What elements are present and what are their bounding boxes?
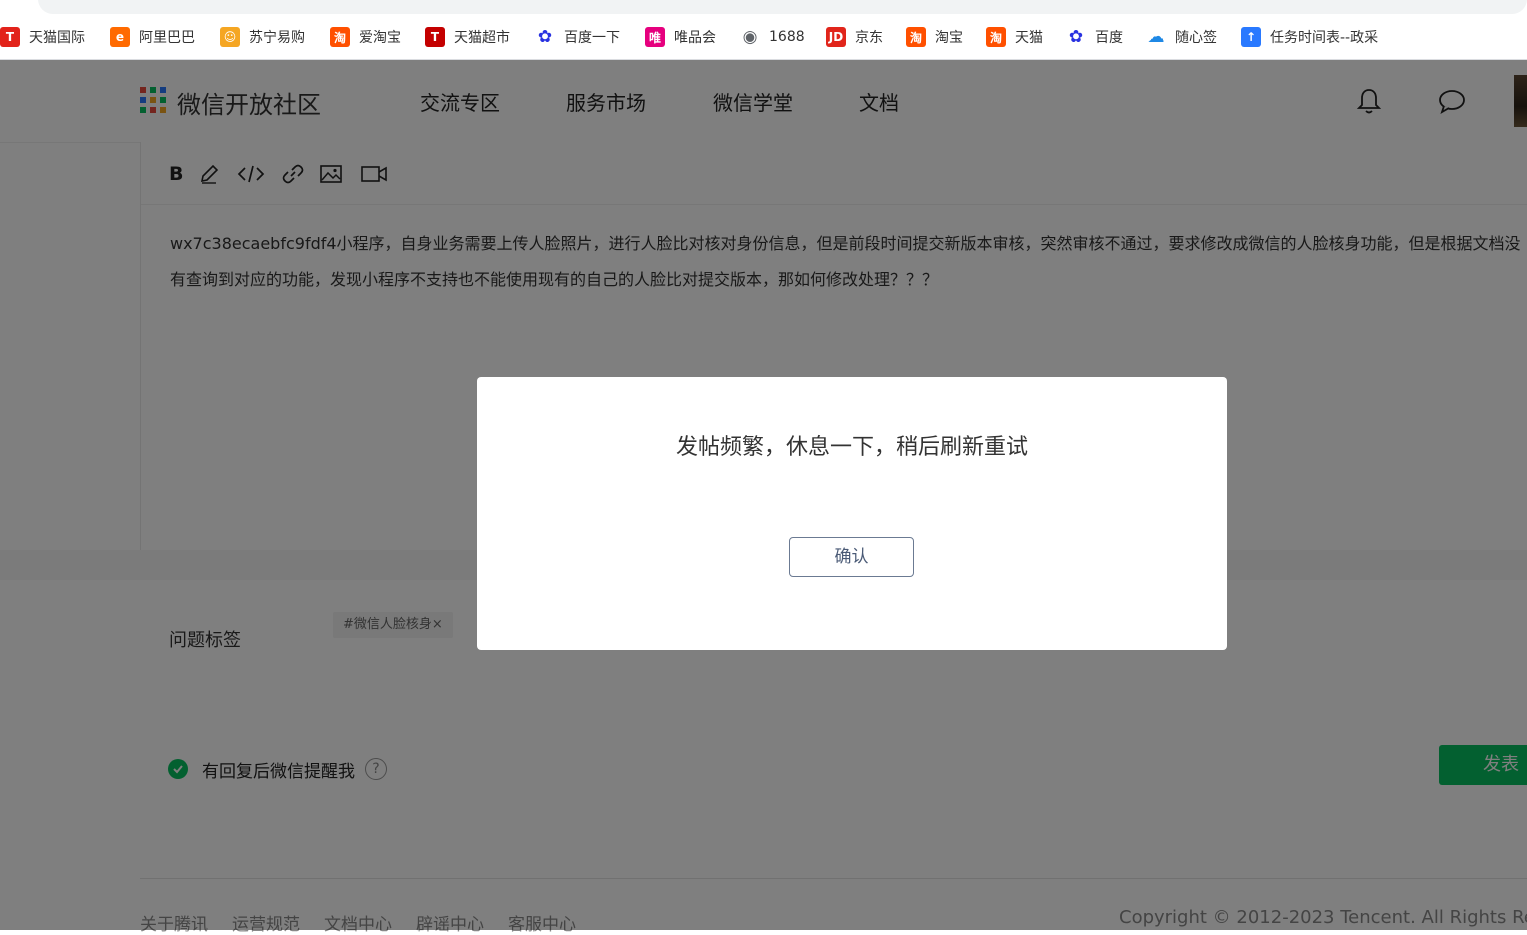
taobao-icon: 淘	[330, 27, 350, 47]
confirm-button[interactable]: 确认	[789, 537, 914, 577]
bookmark-item[interactable]: ◉ 1688	[740, 23, 815, 51]
bookmark-item[interactable]: 淘天猫	[986, 23, 1053, 51]
bookmark-label: 唯品会	[674, 30, 716, 46]
bookmark-item[interactable]: T 天猫国际	[0, 23, 95, 51]
bookmark-item[interactable]: ↑ 任务时间表--政采	[1241, 23, 1388, 51]
cloud-icon: ☁	[1147, 27, 1165, 47]
bookmarks-bar: T 天猫国际 e 阿里巴巴 ☺ 苏宁易购淘爱淘宝 T 天猫超市 ✿ 百度一下唯唯品会 ◉ 1688 JD…	[0, 14, 1527, 60]
bookmark-item[interactable]: T 天猫超市	[425, 23, 520, 51]
bookmark-item[interactable]: ✿ 百度一下	[535, 23, 630, 51]
bookmark-label: 随心签	[1175, 30, 1217, 46]
jd-icon: JD	[826, 27, 846, 47]
alert-dialog: 发帖频繁，休息一下，稍后刷新重试 确认	[477, 377, 1227, 650]
bookmark-label: 京东	[855, 30, 883, 46]
bookmark-label: 爱淘宝	[359, 30, 401, 46]
bookmark-label: 天猫	[1015, 30, 1043, 46]
bookmark-label: 1688	[769, 29, 805, 45]
bookmark-label: 阿里巴巴	[139, 30, 195, 46]
suning-icon: ☺	[220, 27, 240, 47]
bookmark-item[interactable]: e 阿里巴巴	[110, 23, 205, 51]
bookmark-item[interactable]: 淘淘宝	[906, 23, 973, 51]
baidu-paw-icon: ✿	[537, 27, 553, 47]
bookmark-label: 天猫超市	[454, 30, 510, 46]
vip-icon: 唯	[645, 27, 665, 47]
bookmark-item[interactable]: 唯唯品会	[645, 23, 726, 51]
dialog-message: 发帖频繁，休息一下，稍后刷新重试	[675, 435, 1028, 460]
globe-icon: ◉	[742, 27, 758, 47]
tmall-icon: T	[425, 27, 445, 47]
taobao-icon: 淘	[906, 27, 926, 47]
address-bar-strip[interactable]	[0, 0, 1527, 14]
bookmark-label: 任务时间表--政采	[1270, 30, 1379, 46]
bookmark-item[interactable]: ☁ 随心签	[1146, 23, 1227, 51]
doc-icon: ↑	[1241, 27, 1261, 47]
bookmark-label: 淘宝	[935, 30, 963, 46]
bookmark-item[interactable]: 淘爱淘宝	[330, 23, 411, 51]
address-bar[interactable]	[38, 0, 1527, 14]
bookmark-label: 百度	[1095, 30, 1123, 46]
bookmark-item[interactable]: ✿ 百度	[1066, 23, 1133, 51]
bookmark-label: 苏宁易购	[249, 30, 305, 46]
bookmark-label: 天猫国际	[29, 30, 85, 46]
bookmark-item[interactable]: JD 京东	[826, 23, 893, 51]
baidu-paw-icon: ✿	[1068, 27, 1084, 47]
bookmark-item[interactable]: ☺ 苏宁易购	[220, 23, 315, 51]
bookmark-label: 百度一下	[564, 30, 620, 46]
alibaba-icon: e	[110, 27, 130, 47]
tmall-global-icon: T	[0, 27, 20, 47]
taobao-icon: 淘	[986, 27, 1006, 47]
